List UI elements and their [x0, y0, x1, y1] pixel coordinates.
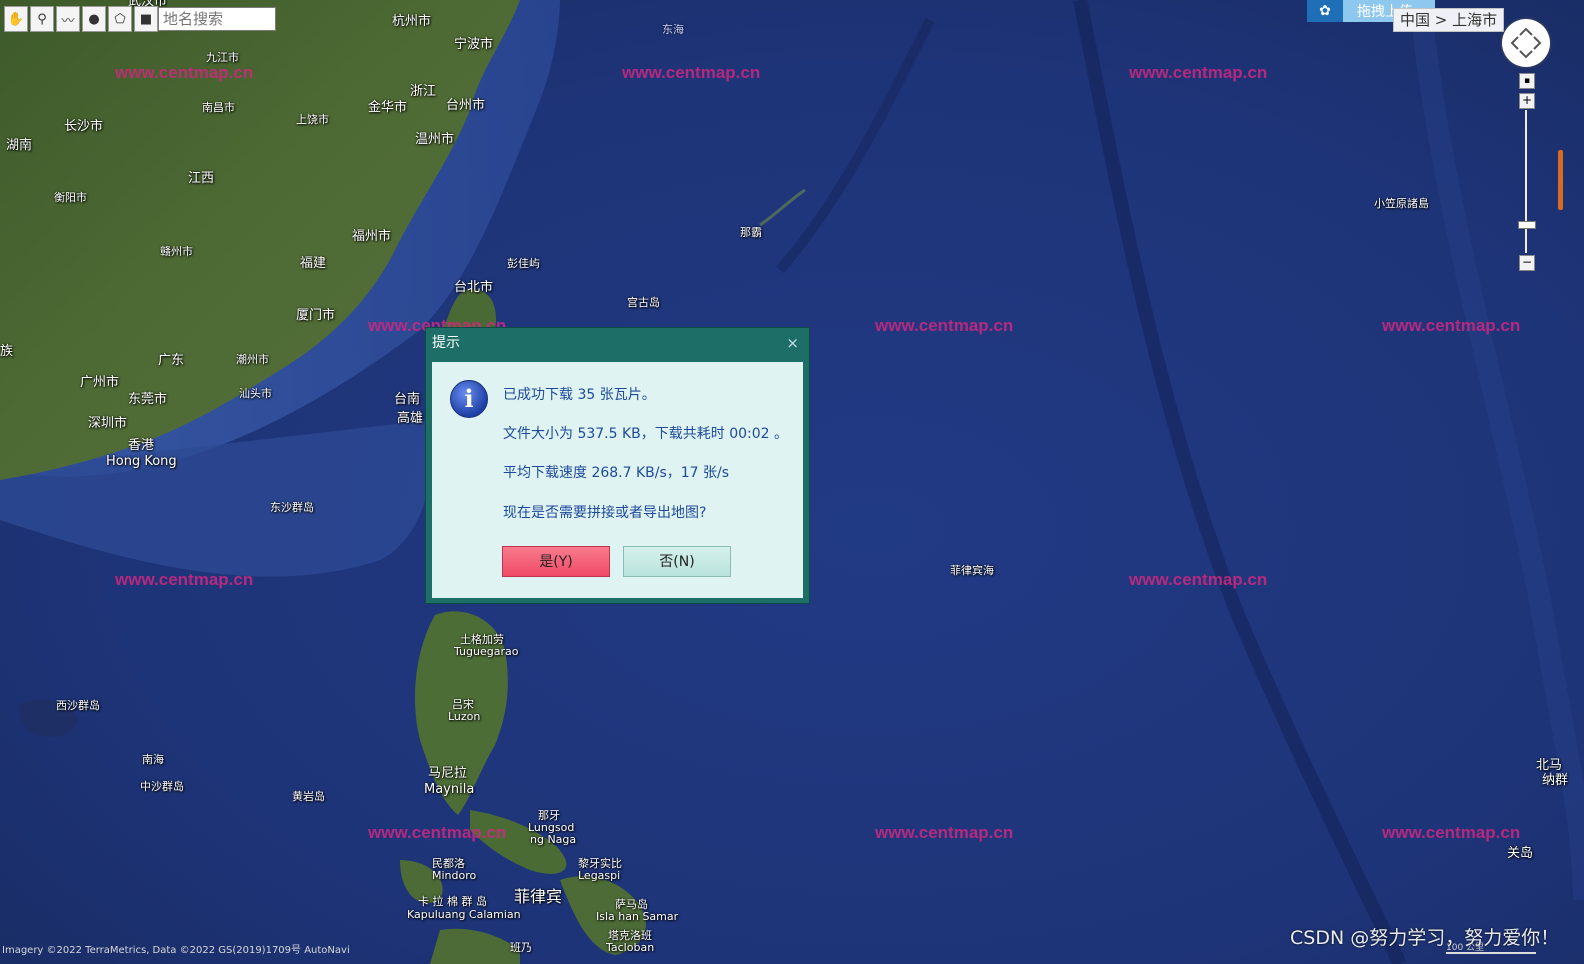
- pan-hand-icon[interactable]: ✋: [4, 6, 28, 32]
- download-complete-dialog: 提示 × i 已成功下载 35 张瓦片。 文件大小为 537.5 KB，下载共耗…: [425, 327, 810, 604]
- watermark: www.centmap.cn: [1382, 823, 1521, 842]
- place-label: 深圳市: [88, 416, 128, 431]
- place-label: 菲律宾: [514, 887, 563, 906]
- watermark: www.centmap.cn: [115, 570, 254, 589]
- dialog-message-size: 文件大小为 537.5 KB，下载共耗时 00:02 。: [503, 426, 789, 442]
- place-label: 福建: [300, 256, 327, 271]
- region-breadcrumb[interactable]: 中国 > 上海市: [1393, 8, 1505, 32]
- scrollbar[interactable]: [1558, 150, 1563, 210]
- watermark: www.centmap.cn: [1129, 570, 1268, 589]
- circle-icon[interactable]: ●: [82, 6, 106, 32]
- place-label: 厦门市: [296, 308, 336, 323]
- place-label: 班乃: [510, 941, 532, 954]
- no-button[interactable]: 否(N): [623, 546, 731, 577]
- place-label: 那霸: [740, 226, 762, 239]
- place-label: Isla han Samar: [596, 910, 679, 923]
- place-label: 赣州市: [160, 245, 193, 258]
- marker-pin-icon[interactable]: ⚲: [30, 6, 54, 32]
- zoom-out-button[interactable]: −: [1519, 255, 1535, 271]
- place-label: 高雄: [397, 411, 424, 426]
- place-label: 广东: [158, 353, 185, 368]
- zoom-reset-button[interactable]: ▪: [1519, 73, 1535, 89]
- watermark: www.centmap.cn: [622, 63, 761, 82]
- sea-label: 东海: [662, 23, 684, 36]
- place-label: 温州市: [415, 132, 455, 147]
- place-label: Legaspi: [578, 869, 621, 882]
- dialog-message-tiles: 已成功下载 35 张瓦片。: [503, 387, 656, 403]
- place-label: 香港: [128, 438, 155, 453]
- place-label: Mindoro: [432, 869, 477, 882]
- place-label: 江西: [188, 171, 215, 186]
- place-label: 衡阳市: [54, 191, 87, 204]
- dialog-message-speed: 平均下载速度 268.7 KB/s，17 张/s: [503, 465, 730, 481]
- polygon-icon[interactable]: ⬠: [108, 6, 132, 32]
- place-label: 广州市: [80, 375, 120, 390]
- place-label: Luzon: [448, 710, 481, 723]
- place-label: 西沙群岛: [56, 699, 100, 712]
- place-label: 潮州市: [236, 353, 269, 366]
- watermark: www.centmap.cn: [875, 823, 1014, 842]
- place-label: 南海: [142, 753, 164, 766]
- watermark: www.centmap.cn: [368, 823, 507, 842]
- place-label: 杭州市: [392, 14, 432, 29]
- place-label: 族: [0, 344, 14, 359]
- map-tools-toolbar: ✋ ⚲ 〰 ● ⬠ ■: [4, 6, 160, 32]
- pan-control[interactable]: [1502, 19, 1550, 67]
- place-label: 福州市: [352, 229, 392, 244]
- place-label: 东沙群岛: [270, 501, 314, 514]
- yes-button[interactable]: 是(Y): [502, 546, 610, 577]
- place-label: 上饶市: [296, 113, 329, 126]
- watermark: www.centmap.cn: [875, 316, 1014, 335]
- place-label: 汕头市: [239, 387, 272, 400]
- info-icon: i: [450, 380, 488, 418]
- place-label: 台州市: [446, 98, 486, 113]
- place-label: Tacloban: [606, 941, 655, 954]
- close-icon[interactable]: ×: [786, 328, 799, 358]
- zoom-in-button[interactable]: +: [1519, 93, 1535, 109]
- place-label: 关岛: [1507, 846, 1534, 861]
- place-label: 宫古岛: [627, 296, 660, 309]
- place-label: 长沙市: [64, 119, 104, 134]
- map-attribution: Imagery ©2022 TerraMetrics, Data ©2022 G…: [2, 945, 350, 956]
- pan-arrows-icon: [1510, 27, 1542, 59]
- watermark: www.centmap.cn: [1382, 316, 1521, 335]
- place-label: Tuguegarao: [454, 645, 519, 658]
- place-label: ng Naga: [530, 833, 577, 846]
- place-label: 黄岩岛: [292, 790, 325, 803]
- place-label: Hong Kong: [106, 454, 177, 469]
- dialog-titlebar[interactable]: 提示 ×: [426, 328, 809, 360]
- cloud-upload-icon: ✿: [1307, 0, 1343, 22]
- place-label: 湖南: [6, 138, 33, 153]
- place-label: 宁波市: [454, 37, 494, 52]
- place-label: 彭佳屿: [507, 257, 540, 270]
- place-label: 菲律宾海: [950, 564, 994, 577]
- place-label: 南昌市: [202, 101, 235, 114]
- polyline-icon[interactable]: 〰: [56, 6, 80, 32]
- place-label: 台北市: [454, 280, 494, 295]
- place-label: 台南: [394, 392, 421, 407]
- place-label: Kapuluang Calamian: [407, 908, 521, 921]
- place-label: 中沙群岛: [140, 780, 184, 793]
- place-label: 小笠原諸島: [1374, 197, 1429, 210]
- place-label: Maynila: [424, 782, 475, 797]
- place-label: 浙江: [410, 84, 437, 99]
- rectangle-icon[interactable]: ■: [134, 6, 158, 32]
- dialog-title: 提示: [432, 335, 460, 351]
- zoom-slider-thumb[interactable]: [1518, 221, 1536, 230]
- place-label: 金华市: [368, 100, 408, 115]
- place-label: 马尼拉: [428, 766, 468, 781]
- csdn-watermark: CSDN @努力学习，努力爱你！: [1290, 927, 1560, 949]
- watermark: www.centmap.cn: [1129, 63, 1268, 82]
- dialog-body: i 已成功下载 35 张瓦片。 文件大小为 537.5 KB，下载共耗时 00:…: [432, 362, 803, 598]
- place-label: 纳群: [1542, 773, 1569, 788]
- zoom-slider-track[interactable]: [1525, 110, 1527, 253]
- place-label: 东莞市: [128, 392, 168, 407]
- place-search-input[interactable]: [158, 7, 276, 31]
- dialog-message-question: 现在是否需要拼接或者导出地图?: [503, 505, 707, 521]
- place-label: 北马: [1536, 758, 1563, 773]
- watermark: www.centmap.cn: [115, 63, 254, 82]
